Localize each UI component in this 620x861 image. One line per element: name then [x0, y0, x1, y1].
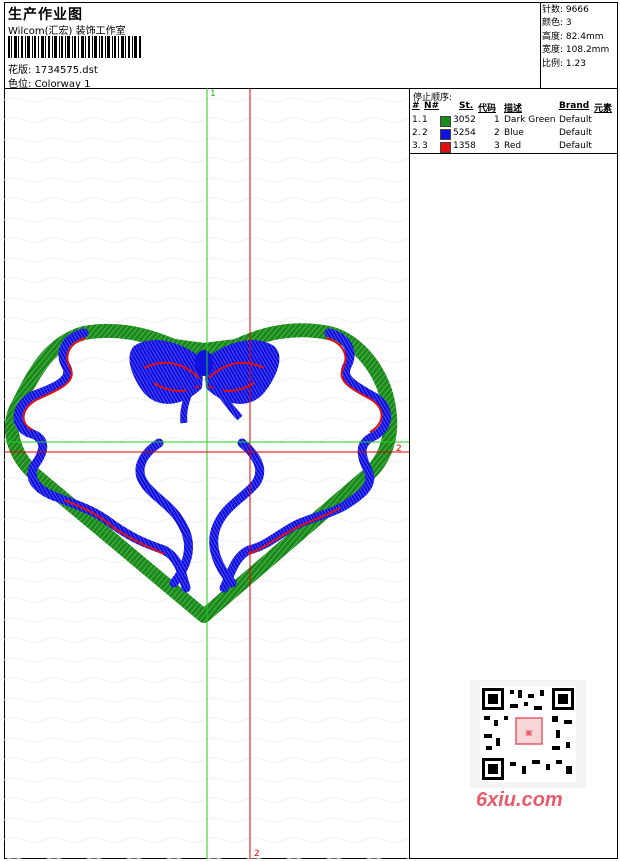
col-desc: 描述: [504, 104, 523, 114]
axis-label-green-top: 1: [210, 89, 216, 99]
axis-label-red-right: 2: [396, 444, 402, 454]
stat-colors: 颜色: 3: [542, 18, 572, 29]
color-swatch-green: [440, 116, 451, 127]
stat-ratio: 比例: 1.23: [542, 58, 586, 69]
col-st: St.: [459, 101, 474, 111]
design-canvas: 1 1 2 2: [4, 88, 410, 859]
axis-label-red-bottom: 2: [254, 849, 260, 859]
table-row: 2. 2 5254 2 Blue Default: [412, 128, 592, 140]
col-brand: Brand: [559, 101, 590, 111]
table-row: 1. 1 3052 1 Dark Green Default: [412, 115, 592, 127]
col-n: N#: [424, 101, 440, 111]
design-file-line: 花版: 1734575.dst: [8, 61, 98, 76]
color-swatch-red: [440, 142, 451, 153]
page-title: 生产作业图: [8, 7, 83, 23]
axis-label-green-left: 1: [7, 434, 13, 444]
color-swatch-blue: [440, 129, 451, 140]
table-bottom-rule: [410, 153, 618, 154]
stat-stitches: 针数: 9666: [542, 5, 589, 15]
col-element: 元素: [594, 104, 613, 114]
header-vertical-divider: [540, 2, 541, 88]
studio-name: Wilcom(汇宏) 装饰工作室: [8, 26, 126, 37]
col-hash: #: [412, 101, 420, 111]
barcode: [8, 36, 141, 58]
qr-code-icon: ▣: [480, 686, 576, 782]
col-code: 代码: [478, 104, 497, 114]
stat-height: 高度: 82.4mm: [542, 31, 604, 42]
stats-block: 针数: 9666 颜色: 3 高度: 82.4mm 宽度: 108.2mm 比例…: [542, 4, 609, 71]
watermark-text: 6xiu.com: [476, 789, 563, 811]
qr-code-panel: ▣: [470, 680, 586, 788]
stat-width: 宽度: 108.2mm: [542, 45, 610, 56]
svg-text:▣: ▣: [525, 728, 533, 737]
